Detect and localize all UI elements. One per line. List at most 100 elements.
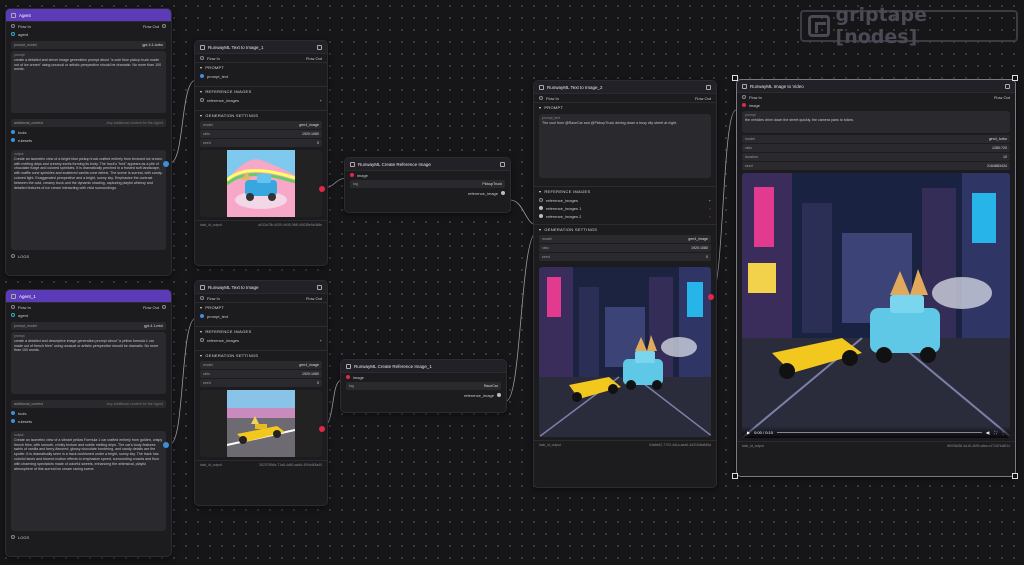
model-value[interactable]: gen4_turbo (989, 137, 1007, 141)
volume-icon[interactable]: ◀) (986, 430, 990, 435)
prompt-section[interactable]: ▾ PROMPT (534, 102, 716, 112)
seed-field[interactable]: seed 2164883434 (742, 162, 1010, 170)
runwayml-text-to-image-node-2[interactable]: RunwayML Text to Image_2 Flow In Flow Ou… (533, 80, 717, 488)
model-value[interactable]: gen4_image (299, 123, 319, 127)
seed-field[interactable]: seed 0 (539, 253, 711, 261)
model-field[interactable]: model gen4_image (200, 361, 322, 369)
image-output-socket[interactable] (319, 426, 325, 432)
flow-in-socket[interactable] (742, 95, 746, 99)
generation-settings-section[interactable]: ▾ GENERATION SETTINGS (195, 110, 327, 120)
model-field[interactable]: model gen4_image (539, 235, 711, 243)
tools-socket[interactable] (11, 411, 15, 415)
node-header[interactable]: RunwayML Text to Image_1 (195, 41, 327, 54)
reference-images-socket[interactable] (200, 338, 204, 342)
context-placeholder[interactable]: Any additional context for the Agent (106, 121, 163, 125)
duration-field[interactable]: duration 10 (742, 153, 1010, 161)
reference-image-socket[interactable] (497, 393, 501, 397)
seed-value[interactable]: 0 (317, 381, 319, 385)
node-header[interactable]: RunwayML Create Reference Image (345, 158, 510, 171)
runwayml-create-reference-image-node-1[interactable]: RunwayML Create Reference Image_1 image … (340, 359, 507, 413)
node-header[interactable]: RunwayML Text to Image (195, 281, 327, 294)
reference-images-2-socket[interactable] (539, 214, 543, 218)
reference-images-1-socket[interactable] (539, 206, 543, 210)
prompt-section[interactable]: ▾ PROMPT (195, 62, 327, 72)
output-socket[interactable] (163, 442, 169, 448)
tag-value[interactable]: RaceCar (484, 384, 498, 388)
model-value[interactable]: gen4_image (688, 237, 708, 241)
output-socket[interactable] (163, 161, 169, 167)
reference-images-section[interactable]: ▾ REFERENCE IMAGES (195, 86, 327, 96)
reference-images-section[interactable]: ▾ REFERENCE IMAGES (195, 326, 327, 336)
tag-field[interactable]: tag PickupTruck (350, 180, 505, 188)
node-header[interactable]: Agent_1 (6, 290, 171, 303)
flow-in-socket[interactable] (200, 296, 204, 300)
model-field[interactable]: model gen4_turbo (742, 135, 1010, 143)
flow-out-socket[interactable] (162, 24, 166, 28)
play-icon[interactable] (500, 161, 505, 167)
generation-settings-section[interactable]: ▾ GENERATION SETTINGS (195, 350, 327, 360)
add-icon[interactable]: + (709, 198, 711, 203)
prompt-text[interactable]: create a detailed and clever image gener… (14, 58, 163, 72)
output-textarea[interactable]: output Create an isometric view of a vib… (11, 431, 166, 531)
generation-settings-section[interactable]: ▾ GENERATION SETTINGS (534, 224, 716, 234)
fullscreen-icon[interactable]: ⛶ (994, 430, 997, 435)
prompt-text-field[interactable]: prompt_text The cool from @RaceCar and @… (539, 114, 711, 178)
node-header[interactable]: RunwayML Text to Image_2 (534, 81, 716, 94)
reference-images-section[interactable]: ▾ REFERENCE IMAGES (534, 186, 716, 196)
play-icon[interactable] (317, 284, 322, 290)
play-icon[interactable]: ▶ (747, 430, 750, 435)
prompt-text-socket[interactable] (200, 74, 204, 78)
runwayml-text-to-image-node[interactable]: RunwayML Text to Image Flow In Flow Out … (194, 280, 328, 506)
ratio-field[interactable]: ratio 1920:1080 (200, 130, 322, 138)
image-output-socket[interactable] (708, 294, 714, 300)
seed-value[interactable]: 2164883434 (987, 164, 1007, 168)
prompt-text[interactable]: The cool from @RaceCar and @PickupTruck … (542, 121, 708, 126)
ratio-value[interactable]: 1920:1080 (302, 372, 319, 376)
runwayml-create-reference-image-node[interactable]: RunwayML Create Reference Image image ta… (344, 157, 511, 213)
flow-in-socket[interactable] (11, 305, 15, 309)
image-output-socket[interactable] (319, 186, 325, 192)
image-socket[interactable] (346, 375, 350, 379)
resize-handle[interactable] (1012, 473, 1018, 479)
model-field[interactable]: model gen4_image (200, 121, 322, 129)
play-icon[interactable] (706, 84, 711, 90)
image-socket[interactable] (742, 103, 746, 107)
prompt-field[interactable]: prompt the vehicles drive down the stree… (742, 111, 1010, 133)
output-image-preview[interactable] (539, 267, 711, 437)
agent-socket[interactable] (11, 313, 15, 317)
prompt-textarea[interactable]: prompt create a detailed and descriptive… (11, 332, 166, 394)
logs-row[interactable]: LOGS (6, 252, 171, 260)
reference-images-socket[interactable] (200, 98, 204, 102)
context-placeholder[interactable]: Any additional context for the Agent (106, 402, 163, 406)
prompt-text[interactable]: the vehicles drive down the street quick… (745, 118, 1007, 123)
remove-icon[interactable]: × (709, 214, 711, 219)
resize-handle[interactable] (732, 473, 738, 479)
ratio-value[interactable]: 1920:1080 (691, 246, 708, 250)
prompt-text-socket[interactable] (200, 314, 204, 318)
flow-out-socket[interactable] (162, 305, 166, 309)
node-header[interactable]: RunwayML Create Reference Image_1 (341, 360, 506, 373)
node-header[interactable]: RunwayML Image to Video (737, 80, 1015, 93)
node-header[interactable]: Agent (6, 9, 171, 22)
output-textarea[interactable]: output Create an isometric view of a bri… (11, 150, 166, 250)
logs-row[interactable]: LOGS (6, 533, 171, 541)
add-icon[interactable]: + (320, 98, 322, 103)
runwayml-image-to-video-node[interactable]: RunwayML Image to Video Flow In Flow Out… (736, 79, 1016, 477)
runwayml-text-to-image-node-1[interactable]: RunwayML Text to Image_1 Flow In Flow Ou… (194, 40, 328, 266)
output-text[interactable]: Create an isometric view of a bright blu… (14, 157, 163, 191)
prompt-text[interactable]: create a detailed and descriptive image … (14, 339, 163, 353)
ratio-value[interactable]: 1920:1080 (302, 132, 319, 136)
image-socket[interactable] (350, 173, 354, 177)
reference-image-socket[interactable] (501, 191, 505, 195)
duration-value[interactable]: 10 (1003, 155, 1007, 159)
agent-node[interactable]: Agent Flow In Flow Out agent prompt_mode… (5, 8, 172, 276)
more-icon[interactable]: ⋮ (1001, 430, 1005, 435)
video-player[interactable]: ▶ 0:00 / 0:10 ◀) ⛶ ⋮ (742, 173, 1010, 438)
video-progress[interactable] (776, 431, 982, 433)
prompt-model-field[interactable]: prompt_model gpt-4.1-mini (11, 322, 166, 330)
seed-value[interactable]: 0 (317, 141, 319, 145)
resize-handle[interactable] (732, 75, 738, 81)
resize-handle[interactable] (1012, 75, 1018, 81)
prompt-model-field[interactable]: prompt_model gpt-4.1-turbo (11, 41, 166, 49)
seed-field[interactable]: seed 0 (200, 139, 322, 147)
